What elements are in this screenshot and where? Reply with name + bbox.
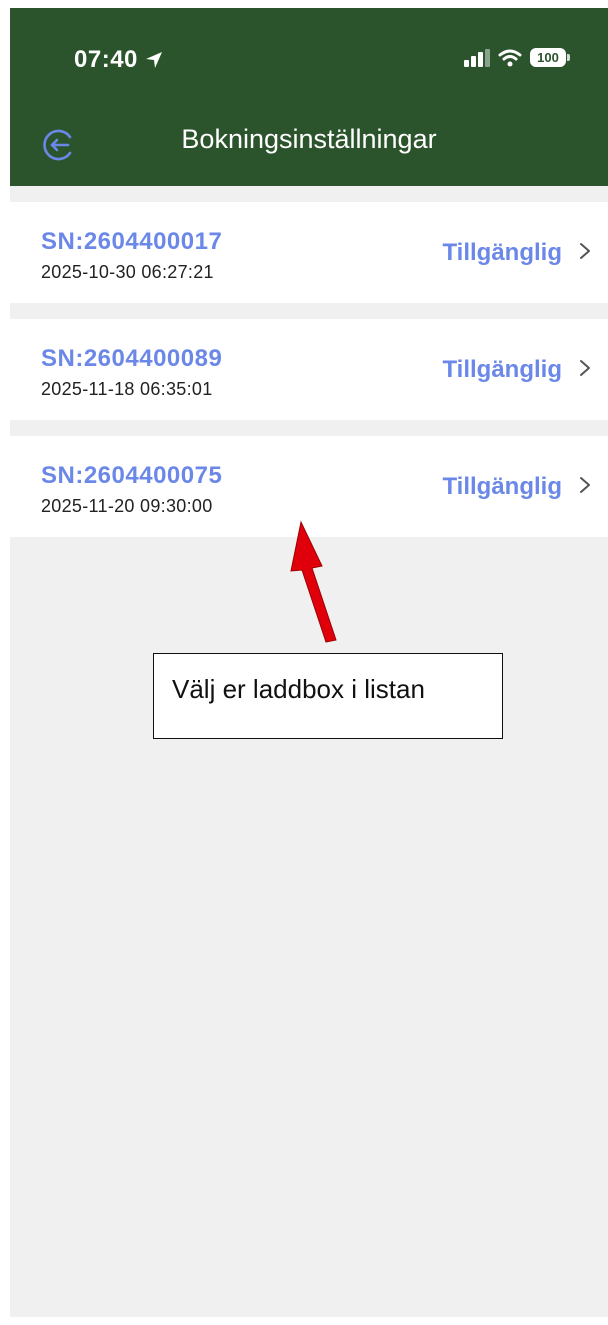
status-bar-time: 07:40 — [74, 46, 164, 74]
status-bar-indicators: 100 — [464, 48, 570, 67]
battery-icon: 100 — [530, 48, 570, 67]
charger-date: 2025-11-18 06:35:01 — [41, 379, 213, 399]
charger-status: Tillgänglig — [442, 473, 562, 500]
annotation-text: Välj er laddbox i listan — [172, 674, 425, 704]
charger-serial: SN:2604400089 — [41, 345, 223, 372]
chevron-right-icon — [580, 360, 590, 376]
location-arrow-icon — [145, 52, 162, 68]
charger-row[interactable]: SN:2604400089 2025-11-18 06:35:01 Tillgä… — [10, 319, 608, 420]
signal-icon — [464, 48, 490, 67]
charger-status: Tillgänglig — [442, 356, 562, 383]
charger-date: 2025-11-20 09:30:00 — [41, 496, 213, 516]
time-text: 07:40 — [74, 46, 138, 73]
app-screen: 07:40 100 Bokningsinställningar SN:26044… — [10, 8, 608, 1317]
app-header: 07:40 100 Bokningsinställningar — [10, 8, 608, 186]
charger-row[interactable]: SN:2604400075 2025-11-20 09:30:00 Tillgä… — [10, 436, 608, 537]
wifi-icon — [498, 49, 522, 66]
charger-serial: SN:2604400017 — [41, 228, 223, 255]
battery-level: 100 — [530, 48, 566, 67]
charger-serial: SN:2604400075 — [41, 462, 223, 489]
chevron-right-icon — [580, 243, 590, 259]
page-title: Bokningsinställningar — [181, 124, 437, 154]
chevron-right-icon — [580, 477, 590, 493]
charger-list: SN:2604400017 2025-10-30 06:27:21 Tillgä… — [10, 202, 608, 553]
charger-status: Tillgänglig — [442, 239, 562, 266]
charger-date: 2025-10-30 06:27:21 — [41, 262, 214, 282]
battery-tip — [567, 54, 570, 61]
annotation-box: Välj er laddbox i listan — [153, 653, 503, 739]
charger-row[interactable]: SN:2604400017 2025-10-30 06:27:21 Tillgä… — [10, 202, 608, 303]
